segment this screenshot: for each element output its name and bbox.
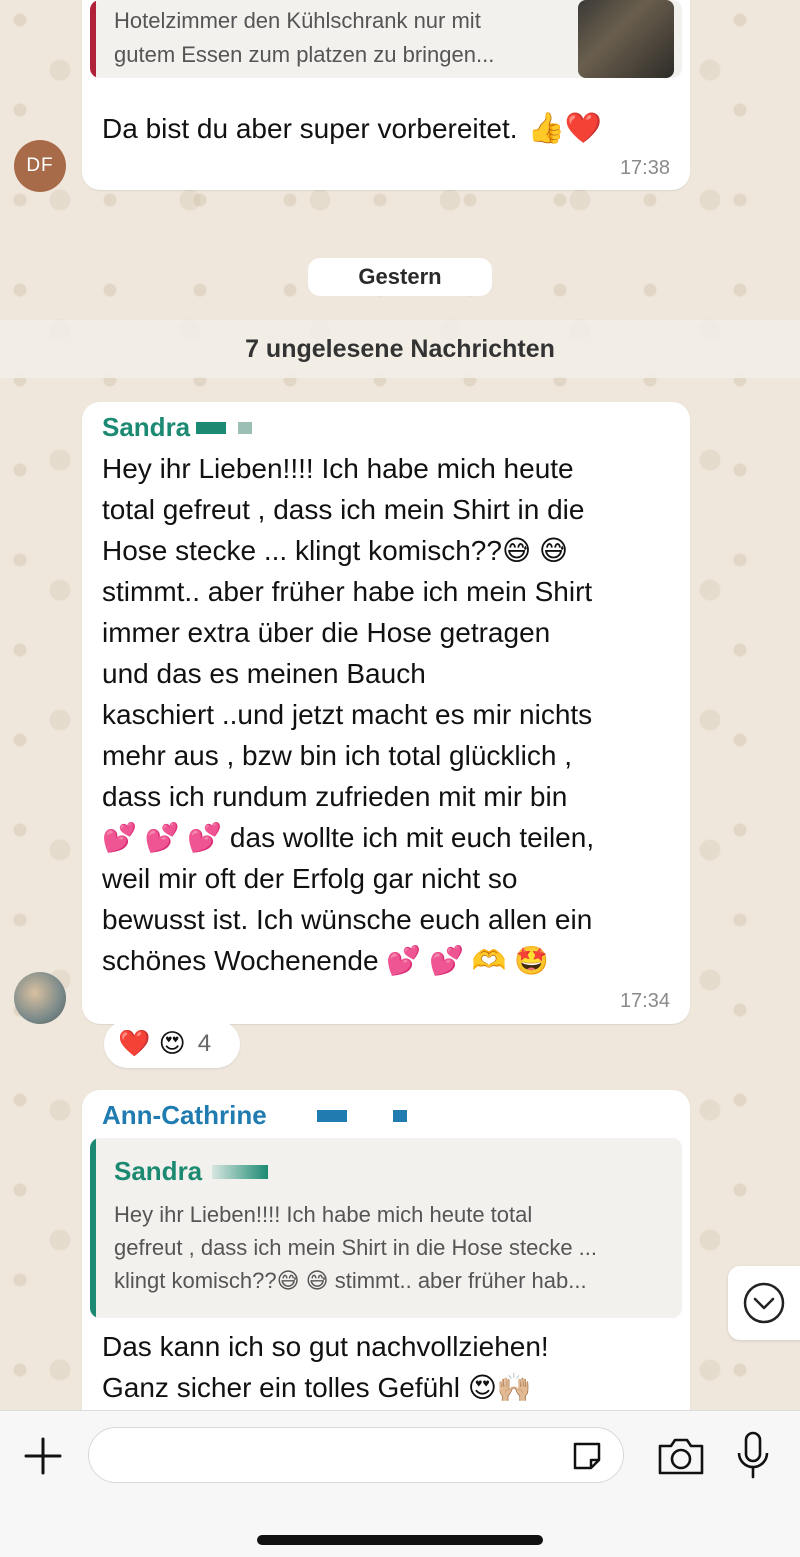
message-line: bewusst ist. Ich wünsche euch allen ein [102, 904, 593, 935]
plus-icon [24, 1437, 62, 1475]
message-time: 17:34 [619, 990, 670, 1012]
unread-banner: 7 ungelesene Nachrichten [0, 320, 800, 378]
avatar-sandra[interactable] [14, 972, 66, 1024]
message-line: dass ich rundum zufrieden mit mir bin [102, 781, 568, 812]
message-emojis: 👍❤️ [527, 111, 603, 146]
message-line: Hose stecke ... klingt komisch??😅 😅 [102, 535, 569, 566]
unread-banner-text: 7 ungelesene Nachrichten [245, 334, 555, 363]
redacted-phone [196, 421, 227, 434]
message-bubble-sandra[interactable]: Sandra Hey ihr Lieben!!!! Ich habe mich … [82, 402, 690, 1024]
quote-line: gefreut , dass ich mein Shirt in die Hos… [114, 1235, 598, 1260]
quote-line: gutem Essen zum platzen zu bringen... [114, 42, 495, 67]
message-body: Hey ihr Lieben!!!! Ich habe mich heute t… [102, 448, 682, 981]
message-line: weil mir oft der Erfolg gar nicht so [102, 863, 518, 894]
message-text: Da bist du aber super vorbereitet. [102, 113, 518, 144]
quote-line: klingt komisch??😅 😅 stimmt.. aber früher… [114, 1268, 587, 1293]
message-line: mehr aus , bzw bin ich total glücklich , [102, 740, 572, 771]
attach-button[interactable] [20, 1433, 66, 1479]
input-bar [0, 1410, 800, 1557]
quote-line: Hey ihr Lieben!!!! Ich habe mich heute t… [114, 1202, 533, 1227]
reactions-pill[interactable]: ❤️ 😍 4 [104, 1020, 240, 1068]
scroll-down-button[interactable] [728, 1266, 800, 1340]
quote-bar [90, 1138, 96, 1318]
message-line: und das es meinen Bauch [102, 658, 426, 689]
quote-sender: Sandra [114, 1156, 203, 1186]
quote-line: Hotelzimmer den Kühlschrank nur mit [114, 8, 481, 33]
message-bubble-df[interactable]: Hotelzimmer den Kühlschrank nur mit gute… [82, 0, 690, 190]
camera-button[interactable] [656, 1433, 706, 1479]
camera-icon [658, 1438, 704, 1475]
redacted-phone [316, 1109, 347, 1122]
message-line: stimmt.. aber früher habe ich mein Shirt [102, 576, 593, 607]
message-line: total gefreut , dass ich mein Shirt in d… [102, 494, 585, 525]
quote-bar [90, 0, 96, 78]
message-line: 💕 💕 💕 das wollte ich mit euch teilen, [102, 822, 595, 853]
microphone-button[interactable] [734, 1429, 772, 1483]
message-line: immer extra über die Hose getragen [102, 617, 551, 648]
message-line: Ganz sicher ein tolles Gefühl 😍🙌🏼 [102, 1372, 532, 1403]
date-divider: Gestern [308, 258, 492, 296]
message-line: schönes Wochenende 💕 💕 🫶 🤩 [102, 945, 550, 976]
quote-thumbnail [578, 0, 674, 78]
sender-name[interactable]: Sandra [102, 412, 190, 443]
quoted-reply[interactable]: Sandra Hey ihr Lieben!!!! Ich habe mich … [90, 1138, 682, 1318]
home-indicator [257, 1535, 543, 1545]
message-input[interactable] [88, 1427, 624, 1483]
quoted-reply[interactable]: Hotelzimmer den Kühlschrank nur mit gute… [90, 0, 682, 78]
sender-name[interactable]: Ann-Cathrine [102, 1100, 267, 1131]
sticker-icon [573, 1442, 601, 1470]
message-line: kaschiert ..und jetzt macht es mir nicht… [102, 699, 593, 730]
redacted-phone [392, 1109, 407, 1122]
message-time: 17:38 [619, 157, 670, 179]
message-body: Das kann ich so gut nachvollziehen! Ganz… [102, 1326, 682, 1408]
redacted-phone [212, 1164, 269, 1179]
reaction-count: 4 [197, 1030, 212, 1057]
redacted-phone [238, 421, 253, 434]
sticker-button[interactable] [569, 1438, 605, 1474]
message-line: Hey ihr Lieben!!!! Ich habe mich heute [102, 453, 574, 484]
scroll-down-icon [743, 1282, 785, 1324]
reaction-emojis: ❤️ 😍 [118, 1029, 186, 1059]
microphone-icon [737, 1431, 769, 1479]
message-bubble-ann[interactable]: Ann-Cathrine Sandra Hey ihr Lieben!!!! I… [82, 1090, 690, 1430]
avatar-df[interactable]: DF [14, 140, 66, 192]
message-line: Das kann ich so gut nachvollziehen! [102, 1331, 549, 1362]
